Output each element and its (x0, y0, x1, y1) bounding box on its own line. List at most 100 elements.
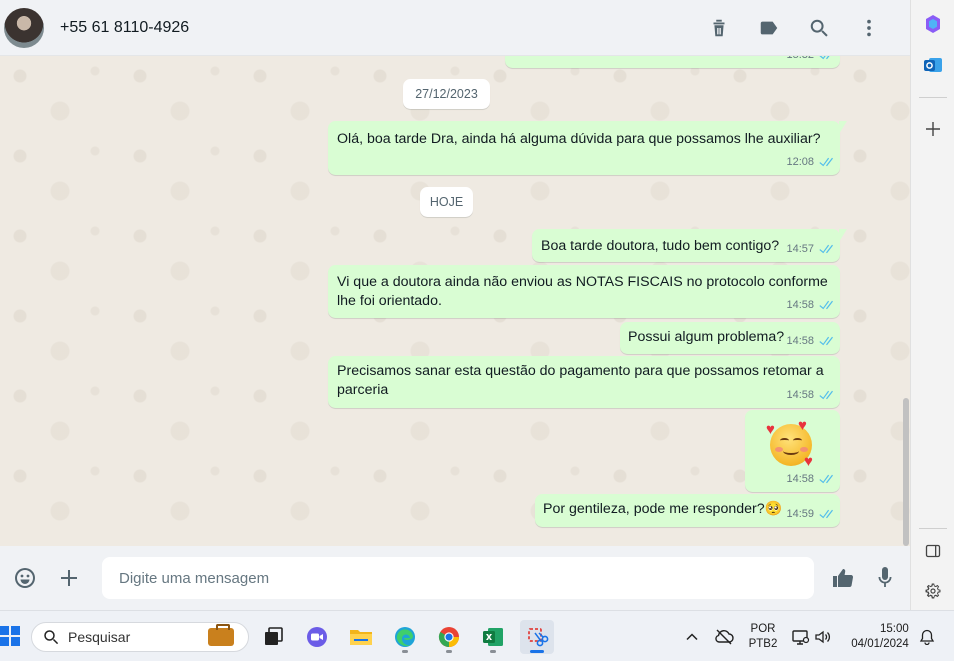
message-meta: 14:58 (786, 296, 833, 315)
clock-time: 15:00 (880, 622, 909, 635)
clock[interactable]: 15:00 04/01/2024 (842, 611, 918, 661)
sticker-button[interactable] (822, 557, 864, 599)
message-time: 14:57 (786, 243, 814, 255)
message-meta: 14:58 (786, 332, 833, 351)
delete-icon (713, 19, 725, 36)
message-input[interactable] (102, 557, 814, 599)
settings-button[interactable] (919, 577, 947, 605)
search-label: Pesquisar (68, 629, 131, 645)
message-time: 14:58 (786, 335, 814, 347)
video-call-icon (307, 627, 327, 647)
running-indicator (402, 650, 408, 653)
excel-icon (483, 628, 503, 646)
taskbar-search[interactable]: Pesquisar (31, 622, 249, 652)
outlook-button[interactable] (919, 51, 947, 79)
message-bubble[interactable]: Por gentileza, pode me responder?🥺 14:59 (535, 494, 840, 527)
clock-date: 04/01/2024 (851, 637, 909, 650)
plus-icon (926, 122, 940, 136)
search-icon (44, 630, 59, 645)
language-indicator[interactable]: POR PTB2 (744, 611, 782, 661)
double-check-icon (819, 300, 833, 310)
rail-divider (919, 97, 947, 98)
message-time: 14:58 (786, 299, 814, 311)
outlook-icon (924, 58, 942, 72)
contact-name[interactable]: +55 61 8110-4926 (60, 19, 189, 37)
double-check-icon (819, 56, 830, 60)
side-rail (910, 0, 954, 610)
quick-settings[interactable] (788, 611, 836, 661)
taskbar-file-explorer[interactable] (344, 620, 378, 654)
chevron-up-icon (686, 632, 698, 640)
copilot-icon (926, 15, 940, 33)
windows-taskbar: Pesquisar POR PTB2 15:00 04/01/2024 (0, 610, 954, 661)
message-bubble[interactable]: Olá, boa tarde Dra, ainda há alguma dúvi… (328, 121, 847, 175)
sidebar-icon (925, 544, 941, 558)
chat-scrollbar[interactable] (903, 398, 909, 546)
taskbar-chrome[interactable] (432, 620, 466, 654)
contact-avatar[interactable] (4, 7, 44, 48)
running-indicator (530, 650, 544, 653)
volume-icon (815, 630, 830, 643)
message-time: 14:59 (786, 508, 814, 520)
message-composer (0, 546, 910, 610)
chrome-browser-icon (438, 627, 459, 648)
message-text: Possui algum problema? (628, 329, 785, 345)
running-indicator (490, 650, 496, 653)
message-bubble[interactable]: Boa tarde doutora, tudo bem contigo? 14:… (532, 229, 847, 262)
double-check-icon (819, 157, 833, 167)
taskbar-excel[interactable] (476, 620, 510, 654)
search-button[interactable] (794, 8, 844, 48)
menu-button[interactable] (844, 8, 894, 48)
tray-overflow-button[interactable] (680, 611, 704, 661)
taskbar-task-view[interactable] (256, 620, 290, 654)
notifications-button[interactable] (916, 611, 938, 661)
attach-button[interactable] (48, 557, 90, 599)
message-list[interactable]: 15:32 27/12/2023 Olá, boa tarde Dra, ain… (0, 56, 910, 546)
taskbar-edge[interactable] (388, 620, 422, 654)
taskbar-snipping-tool[interactable] (520, 620, 554, 654)
briefcase-icon (208, 624, 234, 646)
message-text: Boa tarde doutora, tudo bem contigo? (541, 238, 780, 254)
copilot-button[interactable] (919, 10, 947, 38)
folder-icon (350, 630, 372, 645)
search-icon (810, 19, 828, 37)
message-bubble-partial[interactable]: 15:32 (505, 56, 840, 68)
message-bubble[interactable]: Vi que a doutora ainda não enviou as NOT… (328, 265, 840, 318)
menu-icon (867, 19, 871, 36)
emoji-icon (15, 568, 35, 588)
message-meta: 14:58 (786, 470, 833, 489)
message-text: Por gentileza, pode me responder?🥺 (543, 501, 783, 517)
message-text: Olá, boa tarde Dra, ainda há alguma dúvi… (337, 131, 821, 147)
message-bubble[interactable]: Possui algum problema? 14:58 (620, 322, 840, 354)
voice-message-button[interactable] (864, 557, 906, 599)
message-time: 15:32 (786, 56, 814, 65)
windows-start-icon[interactable] (0, 626, 20, 646)
message-time: 12:08 (786, 156, 814, 168)
message-meta: 15:32 (786, 56, 833, 65)
delete-button[interactable] (694, 8, 744, 48)
message-time: 14:58 (786, 473, 814, 485)
label-button[interactable] (744, 8, 794, 48)
edge-browser-icon (395, 627, 415, 647)
message-bubble[interactable]: Precisamos sanar esta questão do pagamen… (328, 356, 840, 408)
double-check-icon (819, 474, 833, 484)
sidebar-toggle-button[interactable] (919, 537, 947, 565)
gear-icon (925, 583, 941, 599)
display-icon (792, 629, 810, 645)
no-network-icon (715, 629, 734, 644)
thumbs-up-icon (833, 569, 854, 588)
emoji-button[interactable] (4, 557, 46, 599)
double-check-icon (819, 509, 833, 519)
task-view-icon (265, 627, 283, 645)
emoji-message-bubble[interactable]: ♥ ♥ ♥ 14:58 (745, 410, 840, 492)
microphone-icon (878, 567, 892, 587)
message-text: Precisamos sanar esta questão do pagamen… (337, 363, 824, 398)
date-separator: HOJE (420, 187, 473, 217)
network-status[interactable] (711, 611, 737, 661)
label-icon (760, 21, 778, 34)
smiling-face-with-hearts-icon: ♥ ♥ ♥ (766, 417, 813, 470)
header-actions (694, 8, 894, 48)
add-rail-button[interactable] (919, 115, 947, 143)
taskbar-teams[interactable] (300, 620, 334, 654)
language-code: POR (750, 622, 776, 635)
